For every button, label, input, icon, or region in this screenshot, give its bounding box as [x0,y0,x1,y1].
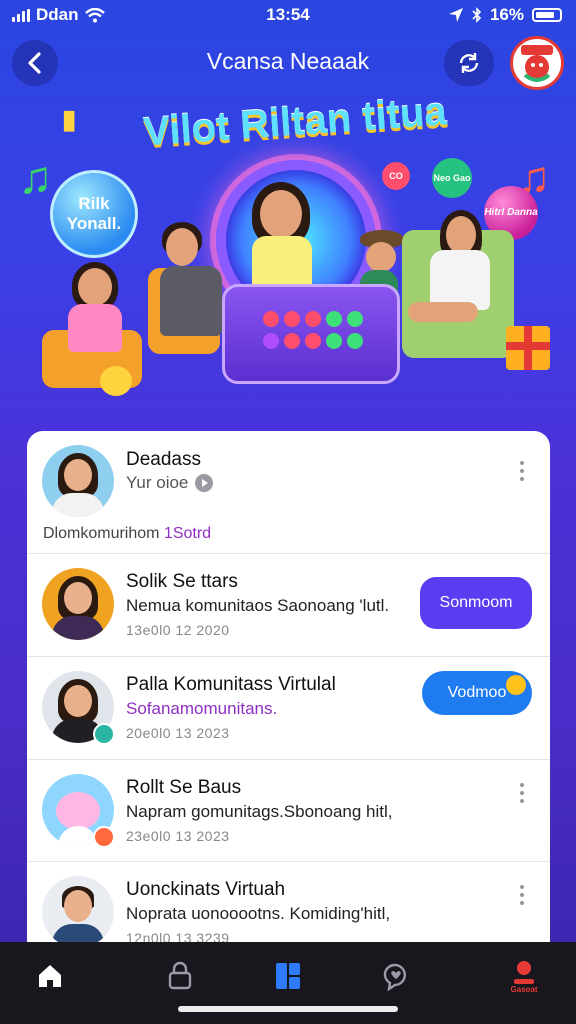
list-item[interactable]: Palla Komunitass Virtulal Sofanamomunita… [27,657,550,760]
community-subtitle: Sofanamomunitans. [126,699,278,718]
apple-mascot-icon [521,45,553,82]
home-icon [39,965,61,987]
community-date: 13e0l0 12 2020 [126,622,230,638]
game-console [222,284,400,384]
music-note-icon: ♫ [18,151,53,203]
profile-icon [513,960,535,984]
status-bar: Ddan 13:54 16% [0,0,576,30]
list-item[interactable]: Rollt Se Baus Napram gomunitags.Sbonoang… [27,760,550,862]
page-title: Vcansa Neaaak [206,48,370,74]
avatar[interactable] [42,876,114,948]
nav-profile[interactable]: Gasoat [500,952,548,1000]
dashboard-icon [276,963,300,989]
more-options-icon[interactable] [516,783,528,803]
community-subtitle: Napram gomunitags.Sbonoang hitl, [126,802,393,821]
footnote-text: Dlomkomurihom [43,525,160,542]
hero-chip: CO [382,162,410,190]
community-title: Palla Komunitass Virtulal [126,674,336,695]
gift-box-icon [506,326,550,370]
hero-chip: Neo Gao [432,158,472,198]
nav-lock[interactable] [156,952,204,1000]
join-button[interactable]: Vodmoo [422,671,532,715]
app-logo-badge[interactable] [510,36,564,90]
profile-subtitle: Yur oioe [126,473,189,492]
hero-bubble-left: Rilk Yonall. [50,170,138,258]
verified-badge-icon [93,723,115,745]
footnote-link[interactable]: 1Sotrd [164,525,211,542]
back-button[interactable] [12,40,58,86]
more-options-icon[interactable] [516,885,528,905]
battery-icon [532,8,562,22]
community-date: 23e0l0 13 2023 [126,828,230,844]
location-icon [448,8,463,22]
gift-badge-icon [506,675,526,695]
profile-subtitle-row: Yur oioe [126,473,214,493]
more-options-icon[interactable] [516,461,528,481]
play-icon [195,474,214,492]
featured-profile[interactable]: Deadass Yur oioe Dlomkomurihom 1Sotrd [27,431,550,554]
nav-home[interactable] [26,952,74,1000]
home-indicator[interactable] [178,1006,398,1012]
community-subtitle: Nemua komunitaos Saonoang 'lutl. [126,596,390,615]
list-item[interactable]: Solik Se ttars Nemua komunitaos Saonoang… [27,554,550,657]
hero-banner: Vilot Riltan titua ♫ ♫ ▮ Rilk Yonall. Hi… [0,89,576,420]
nav-profile-label: Gasoat [510,984,538,994]
live-badge-icon [93,826,115,848]
heart-chat-icon [383,963,406,991]
nav-messages[interactable] [372,952,420,1000]
battery-percent: 16% [489,5,524,24]
community-title: Rollt Se Baus [126,777,242,798]
hero-title: Vilot Riltan titua [141,89,448,155]
app-screen: Ddan 13:54 16% Vcansa Neaaak Vilot Rilta… [0,0,576,1024]
sparkle-icon: ▮ [62,104,77,134]
list-item[interactable]: Uonckinats Virtuah Noprata uonooootns. K… [27,862,550,951]
profile-name: Deadass [126,449,201,470]
community-title: Uonckinats Virtuah [126,879,286,900]
refresh-icon [459,53,479,73]
avatar[interactable] [42,568,114,640]
community-list: Deadass Yur oioe Dlomkomurihom 1Sotrd So… [27,431,550,951]
lock-icon [168,961,192,990]
chevron-left-icon [28,52,41,74]
nav-dashboard[interactable] [264,952,312,1000]
profile-footnote: Dlomkomurihom 1Sotrd [43,525,211,543]
join-button-label: Vodmoo [447,684,507,701]
community-title: Solik Se ttars [126,571,238,592]
community-date: 20e0l0 13 2023 [126,725,230,741]
bluetooth-icon [472,7,482,23]
join-button[interactable]: Sonmoom [420,577,532,629]
community-subtitle: Noprata uonooootns. Komiding'hitl, [126,904,391,923]
refresh-button[interactable] [444,40,494,86]
avatar[interactable] [42,445,114,517]
